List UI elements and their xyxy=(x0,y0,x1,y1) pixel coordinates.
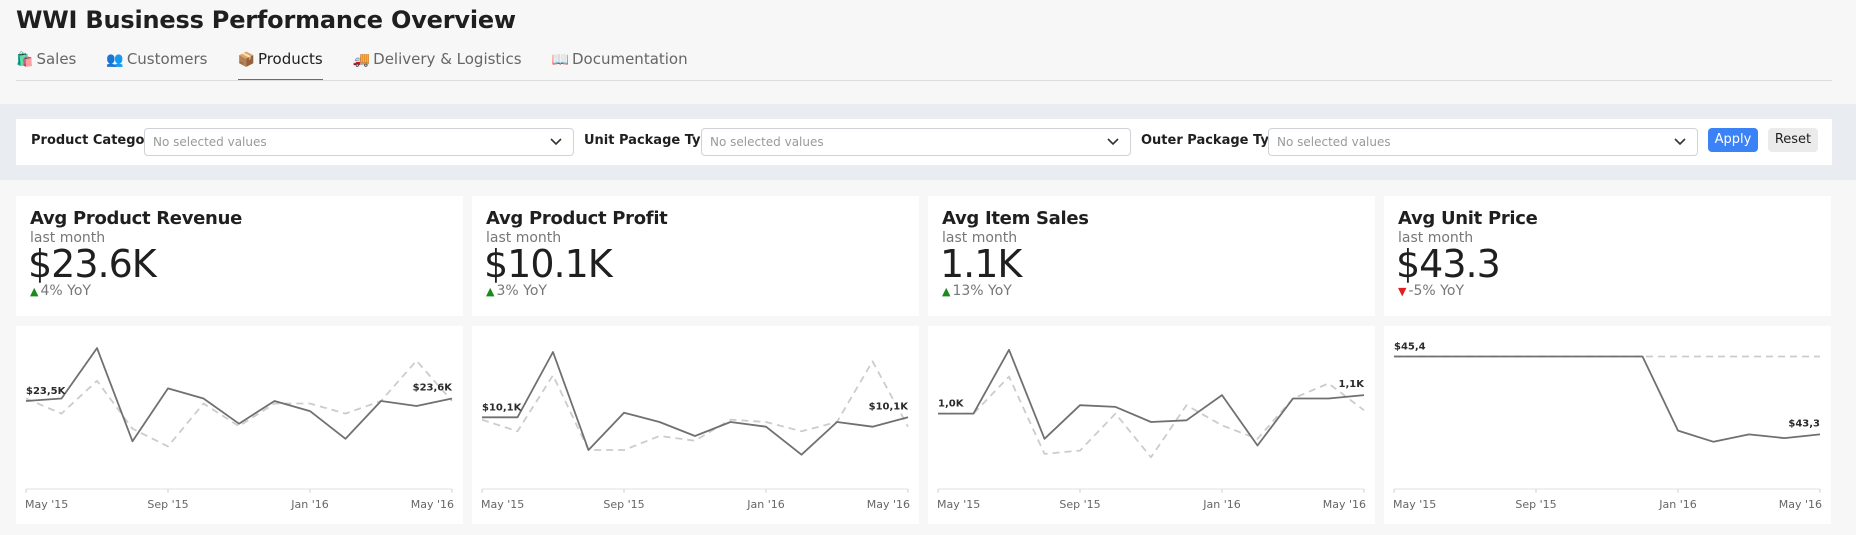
series-line-current-year xyxy=(938,348,1365,447)
package-icon: 📦 xyxy=(237,52,255,68)
tab-divider xyxy=(16,80,1832,81)
kpi-value: $10.1K xyxy=(484,242,613,286)
shopping-bags-icon: 🛍️ xyxy=(16,52,34,68)
kpi-title: Avg Item Sales xyxy=(942,208,1089,229)
first-value-label: $23,5K xyxy=(26,386,67,397)
chart-card-avg-product-profit: $10,1K $10,1K May '15 Sep '15 Jan '16 May '16 xyxy=(472,326,919,524)
x-tick-label: May '15 xyxy=(481,498,524,511)
x-tick-label: Sep '15 xyxy=(1059,498,1100,511)
chart-card-avg-item-sales: 1,0K 1,1K May '15 Sep '15 Jan '16 May '16 xyxy=(928,326,1375,524)
tab-sales[interactable]: 🛍️ Sales xyxy=(16,50,76,81)
series-line-previous-year xyxy=(25,359,453,448)
tab-delivery-logistics[interactable]: 🚚 Delivery & Logistics xyxy=(353,50,522,81)
triangle-up-icon: ▲ xyxy=(486,285,495,298)
tab-bar: 🛍️ Sales 👥 Customers 📦 Products 🚚 Delivery &… xyxy=(16,50,718,81)
last-value-label: $43,3 xyxy=(1788,418,1820,429)
x-tick-label: May '16 xyxy=(1323,498,1366,511)
filter-section: Product Category No selected values Unit… xyxy=(0,104,1856,180)
x-tick-label: Jan '16 xyxy=(1202,498,1240,511)
x-tick-label: Sep '15 xyxy=(1515,498,1556,511)
kpi-delta-text: -5% YoY xyxy=(1408,283,1464,299)
kpi-card-avg-item-sales: Avg Item Sales last month 1.1K ▲ 13% YoY xyxy=(928,196,1375,316)
triangle-down-icon: ▼ xyxy=(1398,285,1407,298)
select-placeholder: No selected values xyxy=(153,135,267,149)
triangle-up-icon: ▲ xyxy=(942,285,951,298)
chevron-down-icon xyxy=(550,138,562,146)
series-line-current-year xyxy=(1394,355,1821,443)
select-placeholder: No selected values xyxy=(1277,135,1391,149)
series-line-previous-year xyxy=(938,375,1365,459)
truck-icon: 🚚 xyxy=(352,52,371,68)
kpi-title: Avg Product Profit xyxy=(486,208,668,229)
filter-panel: Product Category No selected values Unit… xyxy=(16,119,1832,165)
tab-label: Products xyxy=(257,50,323,68)
chart-card-avg-product-revenue: $23,5K $23,6K May '15 Sep '15 Jan '16 May '16 xyxy=(16,326,463,524)
product-category-label: Product Category xyxy=(31,133,160,148)
x-tick-label: May '15 xyxy=(1393,498,1436,511)
book-icon: 📖 xyxy=(551,52,569,68)
chevron-down-icon xyxy=(1674,138,1686,146)
page-title: WWI Business Performance Overview xyxy=(16,6,516,34)
x-tick-label: May '16 xyxy=(411,498,454,511)
revenue-line-chart: $23,5K $23,6K May '15 Sep '15 Jan '16 May '16 xyxy=(25,347,454,511)
kpi-title: Avg Product Revenue xyxy=(30,208,242,229)
tab-documentation[interactable]: 📖 Documentation xyxy=(552,50,688,81)
select-placeholder: No selected values xyxy=(710,135,824,149)
tab-products[interactable]: 📦 Products xyxy=(237,50,323,81)
last-value-label: $23,6K xyxy=(413,382,454,393)
x-tick-label: May '15 xyxy=(937,498,980,511)
kpi-title: Avg Unit Price xyxy=(1398,208,1538,229)
x-tick-label: Sep '15 xyxy=(147,498,188,511)
kpi-card-avg-unit-price: Avg Unit Price last month $43.3 ▼ -5% YoY xyxy=(1384,196,1831,316)
x-tick-label: May '16 xyxy=(867,498,910,511)
people-icon: 👥 xyxy=(106,52,124,68)
tab-label: Customers xyxy=(126,50,208,68)
first-value-label: $10,1K xyxy=(482,402,523,413)
tab-label: Sales xyxy=(36,50,77,68)
triangle-up-icon: ▲ xyxy=(30,285,39,298)
last-value-label: 1,1K xyxy=(1339,379,1366,390)
kpi-value: $23.6K xyxy=(28,242,157,286)
outer-package-type-label: Outer Package Type xyxy=(1141,133,1287,148)
reset-button[interactable]: Reset xyxy=(1768,128,1818,152)
x-tick-label: Jan '16 xyxy=(746,498,784,511)
first-value-label: $45,4 xyxy=(1394,342,1426,353)
kpi-value: 1.1K xyxy=(940,242,1022,286)
tab-customers[interactable]: 👥 Customers xyxy=(106,50,207,81)
kpi-value: $43.3 xyxy=(1396,242,1501,286)
kpi-card-avg-product-revenue: Avg Product Revenue last month $23.6K ▲ 4… xyxy=(16,196,463,316)
series-line-current-year xyxy=(25,347,453,443)
header: WWI Business Performance Overview 🛍️ Sale… xyxy=(0,0,1856,104)
series-line-current-year xyxy=(482,351,909,456)
unit-price-line-chart: $45,4 $43,3 May '15 Sep '15 Jan '16 May '16 xyxy=(1393,342,1822,511)
x-tick-label: Jan '16 xyxy=(290,498,328,511)
unit-package-type-select[interactable]: No selected values xyxy=(701,128,1131,156)
kpi-delta-text: 13% YoY xyxy=(952,283,1012,299)
tab-label: Delivery & Logistics xyxy=(373,50,522,68)
profit-line-chart: $10,1K $10,1K May '15 Sep '15 Jan '16 May '16 xyxy=(481,351,910,511)
last-value-label: $10,1K xyxy=(869,401,910,412)
x-tick-label: May '16 xyxy=(1779,498,1822,511)
x-tick-label: May '15 xyxy=(25,498,68,511)
kpi-delta: ▲ 13% YoY xyxy=(942,283,1012,299)
x-tick-label: Jan '16 xyxy=(1658,498,1696,511)
chart-card-avg-unit-price: $45,4 $43,3 May '15 Sep '15 Jan '16 May '16 xyxy=(1384,326,1831,524)
kpi-delta-text: 3% YoY xyxy=(496,283,547,299)
unit-package-type-label: Unit Package Type xyxy=(584,133,719,148)
product-category-select[interactable]: No selected values xyxy=(144,128,574,156)
kpi-delta: ▲ 4% YoY xyxy=(30,283,91,299)
x-tick-label: Sep '15 xyxy=(603,498,644,511)
item-sales-line-chart: 1,0K 1,1K May '15 Sep '15 Jan '16 May '16 xyxy=(937,348,1366,511)
first-value-label: 1,0K xyxy=(938,399,965,410)
chevron-down-icon xyxy=(1107,138,1119,146)
kpi-delta: ▲ 3% YoY xyxy=(486,283,547,299)
kpi-card-avg-product-profit: Avg Product Profit last month $10.1K ▲ 3%… xyxy=(472,196,919,316)
kpi-delta-text: 4% YoY xyxy=(40,283,91,299)
apply-button[interactable]: Apply xyxy=(1708,128,1758,152)
kpi-delta: ▼ -5% YoY xyxy=(1398,283,1464,299)
outer-package-type-select[interactable]: No selected values xyxy=(1268,128,1698,156)
tab-label: Documentation xyxy=(571,50,688,68)
